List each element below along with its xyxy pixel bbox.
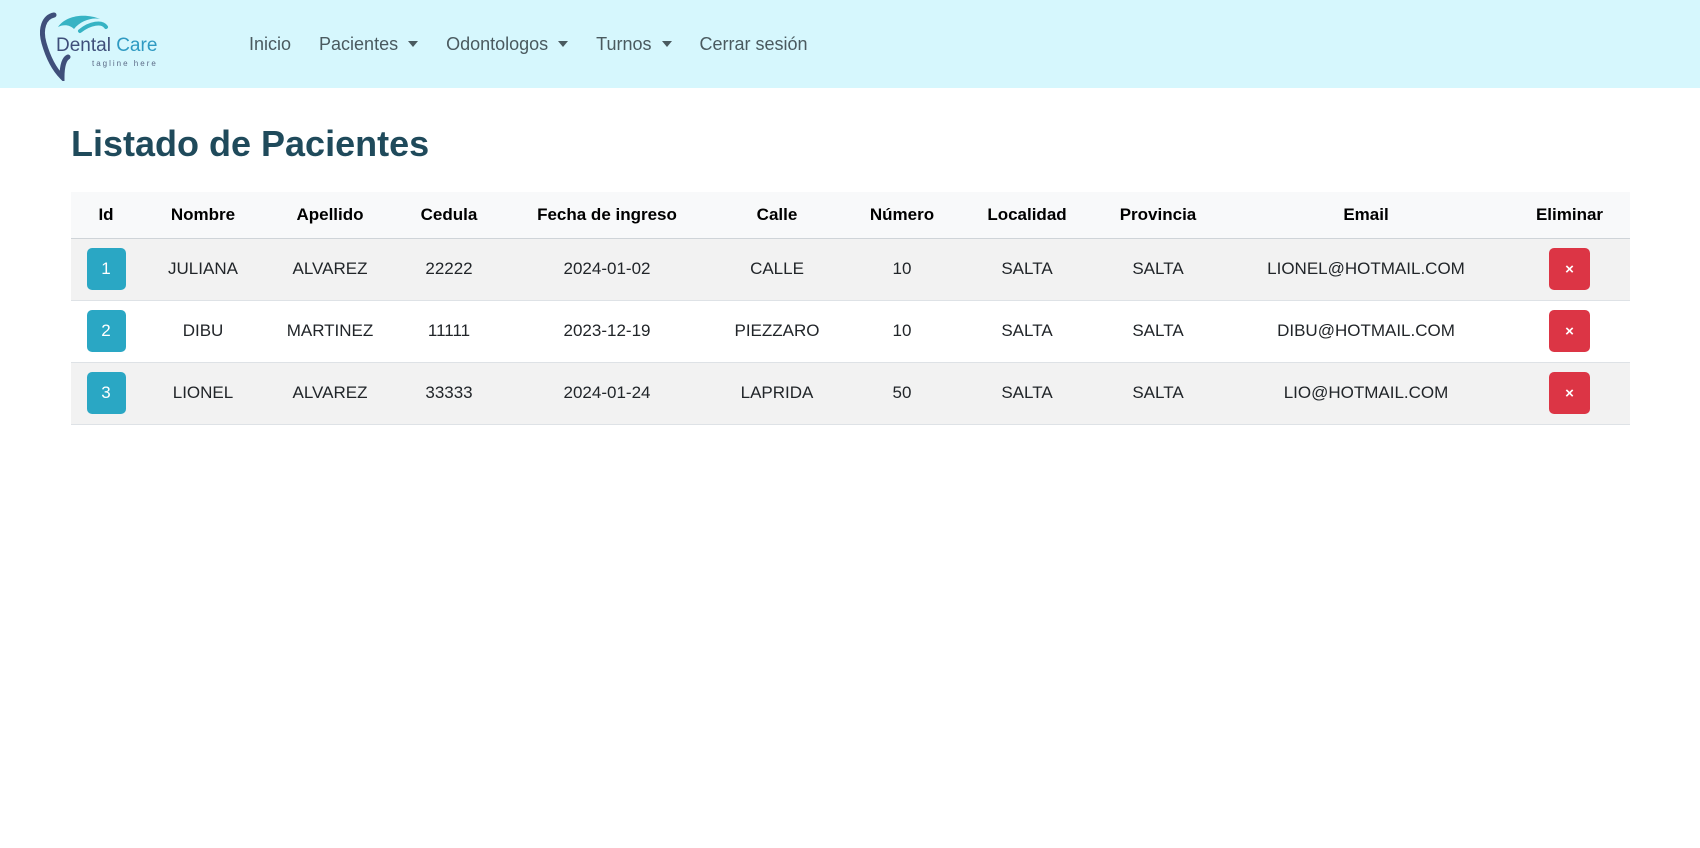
brand-name: Dental Care [56, 35, 157, 57]
cell-numero: 10 [843, 300, 961, 363]
cell-localidad: SALTA [961, 238, 1093, 301]
brand-word-dental: Dental [56, 35, 111, 56]
col-header-cedula: Cedula [395, 192, 503, 239]
col-header-provincia: Provincia [1093, 192, 1223, 239]
col-header-fecha: Fecha de ingreso [503, 192, 711, 239]
col-header-email: Email [1223, 192, 1509, 239]
cell-apellido: ALVAREZ [265, 238, 395, 301]
col-header-apellido: Apellido [265, 192, 395, 239]
brand-logo[interactable]: Dental Care tagline here [40, 9, 168, 81]
col-header-calle: Calle [711, 192, 843, 239]
close-icon: × [1565, 384, 1574, 402]
brand-word-care: Care [116, 35, 158, 56]
table-row: 1 JULIANA ALVAREZ 22222 2024-01-02 CALLE… [71, 238, 1630, 301]
caret-down-icon [408, 41, 419, 47]
main-content: Listado de Pacientes Id Nombre Apellido … [0, 88, 1700, 425]
cell-fecha: 2023-12-19 [503, 300, 711, 363]
nav-odontologos-label: Odontologos [446, 33, 549, 54]
page-title: Listado de Pacientes [71, 123, 430, 164]
cell-nombre: JULIANA [141, 238, 265, 301]
nav-turnos-label: Turnos [596, 33, 652, 54]
cell-calle: LAPRIDA [711, 362, 843, 425]
cell-calle: PIEZZARO [711, 300, 843, 363]
nav-pacientes-dropdown[interactable]: Pacientes [305, 24, 432, 64]
delete-button[interactable]: × [1549, 310, 1590, 352]
caret-down-icon [661, 41, 672, 47]
col-header-id: Id [71, 192, 141, 239]
cell-localidad: SALTA [961, 300, 1093, 363]
cell-provincia: SALTA [1093, 238, 1223, 301]
cell-nombre: LIONEL [141, 362, 265, 425]
table-row: 3 LIONEL ALVAREZ 33333 2024-01-24 LAPRID… [71, 362, 1630, 425]
cell-fecha: 2024-01-02 [503, 238, 711, 301]
delete-button[interactable]: × [1549, 248, 1590, 290]
table-header: Id Nombre Apellido Cedula Fecha de ingre… [71, 192, 1630, 239]
cell-id: 1 [71, 238, 141, 301]
nav-pacientes-label: Pacientes [319, 33, 399, 54]
patient-id-button[interactable]: 3 [86, 372, 126, 414]
nav-cerrar-sesion[interactable]: Cerrar sesión [686, 24, 822, 64]
cell-numero: 10 [843, 238, 961, 301]
cell-localidad: SALTA [961, 362, 1093, 425]
cell-apellido: ALVAREZ [265, 362, 395, 425]
patient-id-button[interactable]: 2 [86, 310, 126, 352]
cell-provincia: SALTA [1093, 300, 1223, 363]
caret-down-icon [558, 41, 569, 47]
close-icon: × [1565, 322, 1574, 340]
nav-cerrar-sesion-label: Cerrar sesión [699, 33, 808, 54]
col-header-nombre: Nombre [141, 192, 265, 239]
patient-id-button[interactable]: 1 [86, 248, 126, 290]
nav-odontologos-dropdown[interactable]: Odontologos [432, 24, 582, 64]
cell-fecha: 2024-01-24 [503, 362, 711, 425]
cell-numero: 50 [843, 362, 961, 425]
nav-turnos-dropdown[interactable]: Turnos [582, 24, 685, 64]
col-header-localidad: Localidad [961, 192, 1093, 239]
cell-email: DIBU@HOTMAIL.COM [1223, 300, 1509, 363]
col-header-eliminar: Eliminar [1509, 192, 1630, 239]
cell-cedula: 22222 [395, 238, 503, 301]
patients-table: Id Nombre Apellido Cedula Fecha de ingre… [71, 192, 1630, 425]
cell-cedula: 11111 [395, 300, 503, 363]
cell-id: 3 [71, 362, 141, 425]
main-nav: Inicio Pacientes Odontologos Turnos Cerr… [235, 24, 822, 64]
table-body: 1 JULIANA ALVAREZ 22222 2024-01-02 CALLE… [71, 238, 1630, 425]
cell-email: LIO@HOTMAIL.COM [1223, 362, 1509, 425]
cell-eliminar: × [1509, 238, 1630, 301]
close-icon: × [1565, 260, 1574, 278]
cell-eliminar: × [1509, 362, 1630, 425]
cell-nombre: DIBU [141, 300, 265, 363]
cell-cedula: 33333 [395, 362, 503, 425]
nav-inicio-label: Inicio [249, 33, 292, 54]
cell-provincia: SALTA [1093, 362, 1223, 425]
col-header-numero: Número [843, 192, 961, 239]
brand-tagline: tagline here [92, 59, 158, 68]
table-header-row: Id Nombre Apellido Cedula Fecha de ingre… [71, 192, 1630, 239]
delete-button[interactable]: × [1549, 372, 1590, 414]
cell-id: 2 [71, 300, 141, 363]
cell-email: LIONEL@HOTMAIL.COM [1223, 238, 1509, 301]
cell-apellido: MARTINEZ [265, 300, 395, 363]
navbar: Dental Care tagline here Inicio Paciente… [0, 0, 1700, 88]
nav-inicio[interactable]: Inicio [235, 24, 305, 64]
table-row: 2 DIBU MARTINEZ 11111 2023-12-19 PIEZZAR… [71, 300, 1630, 363]
cell-eliminar: × [1509, 300, 1630, 363]
cell-calle: CALLE [711, 238, 843, 301]
